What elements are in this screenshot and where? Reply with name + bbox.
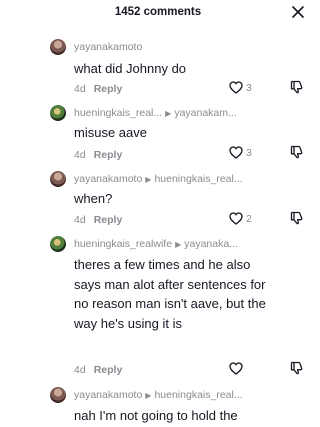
reply-to-user[interactable]: yayanakam... [174, 107, 236, 119]
reply-to-user[interactable]: hueningkais_real... [154, 389, 242, 401]
reply-arrow-icon: ▶ [145, 391, 152, 400]
heart-icon[interactable] [229, 146, 243, 159]
comment-age: 4d [74, 149, 86, 161]
comment-author[interactable]: hueningkais_realwife [74, 238, 172, 250]
like-count: 2 [246, 213, 252, 225]
avatar[interactable] [50, 39, 66, 55]
avatar[interactable] [50, 387, 66, 403]
thumbs-down-icon[interactable] [290, 145, 304, 159]
like-count: 3 [246, 147, 252, 159]
comment-text: what did Johnny do [74, 61, 187, 76]
comment-footer: 4d Reply [74, 213, 122, 227]
comments-count-title: 1452 comments [114, 6, 202, 18]
comment-author-line: yayanakamoto [74, 40, 142, 54]
avatar[interactable] [50, 171, 66, 187]
close-icon[interactable] [291, 5, 305, 19]
thumbs-down-icon[interactable] [290, 80, 304, 94]
comment-text: nah I'm not going to hold the [74, 408, 238, 423]
comment-text: when? [74, 191, 113, 206]
comment-author[interactable]: hueningkais_real... [74, 107, 162, 119]
comment-age: 4d [74, 364, 86, 376]
comment-text: misuse aave [74, 125, 147, 140]
reply-arrow-icon: ▶ [165, 109, 172, 118]
thumbs-down-icon[interactable] [290, 211, 304, 225]
reply-to-user[interactable]: yayanaka... [184, 238, 238, 250]
comment-author-line: hueningkais_real... ▶ yayanakam... [74, 106, 237, 121]
comment-author[interactable]: yayanakamoto [74, 173, 142, 185]
reply-button[interactable]: Reply [94, 149, 123, 161]
heart-icon[interactable] [229, 362, 243, 375]
comment-author[interactable]: yayanakamoto [74, 41, 142, 53]
heart-icon[interactable] [229, 212, 243, 225]
comment-footer: 4d Reply [74, 363, 122, 377]
reply-to-user[interactable]: hueningkais_real... [154, 173, 242, 185]
reply-arrow-icon: ▶ [175, 240, 182, 249]
comment-footer: 4d Reply [74, 82, 122, 96]
comment-footer: 4d Reply [74, 148, 122, 162]
comment-author-line: yayanakamoto ▶ hueningkais_real... [74, 172, 243, 187]
comments-header: 1452 comments [0, 0, 316, 26]
reply-button[interactable]: Reply [94, 83, 123, 95]
comment-author-line: hueningkais_realwife ▶ yayanaka... [74, 237, 238, 252]
heart-icon[interactable] [229, 81, 243, 94]
avatar[interactable] [50, 105, 66, 121]
like-count: 3 [246, 82, 252, 94]
reply-button[interactable]: Reply [94, 214, 123, 226]
comment-text: theres a few times and he also says man … [74, 257, 266, 331]
comment-author-line: yayanakamoto ▶ hueningkais_real... [74, 388, 243, 403]
comment-author[interactable]: yayanakamoto [74, 389, 142, 401]
comment-age: 4d [74, 83, 86, 95]
avatar[interactable] [50, 236, 66, 252]
thumbs-down-icon[interactable] [290, 361, 304, 375]
reply-arrow-icon: ▶ [145, 175, 152, 184]
comment-age: 4d [74, 214, 86, 226]
reply-button[interactable]: Reply [94, 364, 123, 376]
